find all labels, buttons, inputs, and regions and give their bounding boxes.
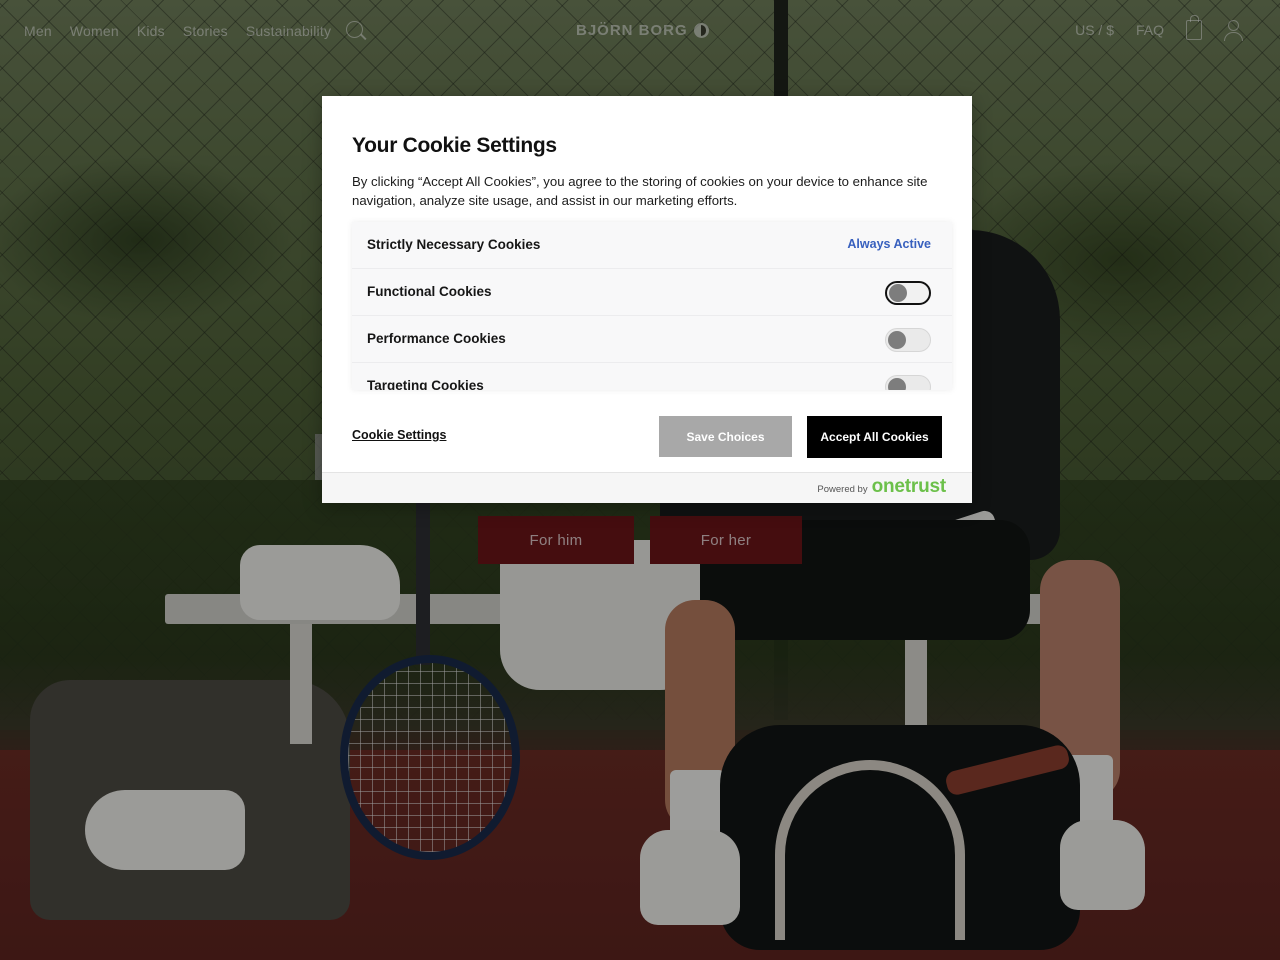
cookie-row-performance: Performance Cookies [352,316,952,363]
targeting-cookies-toggle[interactable] [885,375,931,390]
cookie-category-label: Performance Cookies [367,331,506,346]
cookie-category-label: Functional Cookies [367,284,492,299]
cookie-row-targeting: Targeting Cookies [352,363,952,390]
onetrust-logo: onetrust [871,476,947,497]
cookie-settings-link[interactable]: Cookie Settings [352,428,446,442]
cookie-category-list[interactable]: Strictly Necessary Cookies Always Active… [352,222,952,390]
performance-cookies-toggle[interactable] [885,328,931,352]
powered-by-text: Powered by [817,484,868,495]
modal-title: Your Cookie Settings [352,134,557,157]
cookie-row-functional: Functional Cookies [352,269,952,316]
accept-all-cookies-button[interactable]: Accept All Cookies [807,416,942,458]
modal-description: By clicking “Accept All Cookies”, you ag… [352,174,928,208]
functional-cookies-toggle[interactable] [885,281,931,305]
always-active-status: Always Active [847,237,931,251]
cookie-row-strictly-necessary: Strictly Necessary Cookies Always Active [352,222,952,269]
powered-by-onetrust[interactable]: Powered by onetrust [817,476,946,498]
cookie-category-label: Strictly Necessary Cookies [367,237,541,252]
cookie-category-label: Targeting Cookies [367,378,484,390]
cookie-settings-modal: Your Cookie Settings By clicking “Accept… [322,96,972,503]
modal-footer: Powered by onetrust [322,472,972,503]
save-choices-button[interactable]: Save Choices [659,416,792,457]
